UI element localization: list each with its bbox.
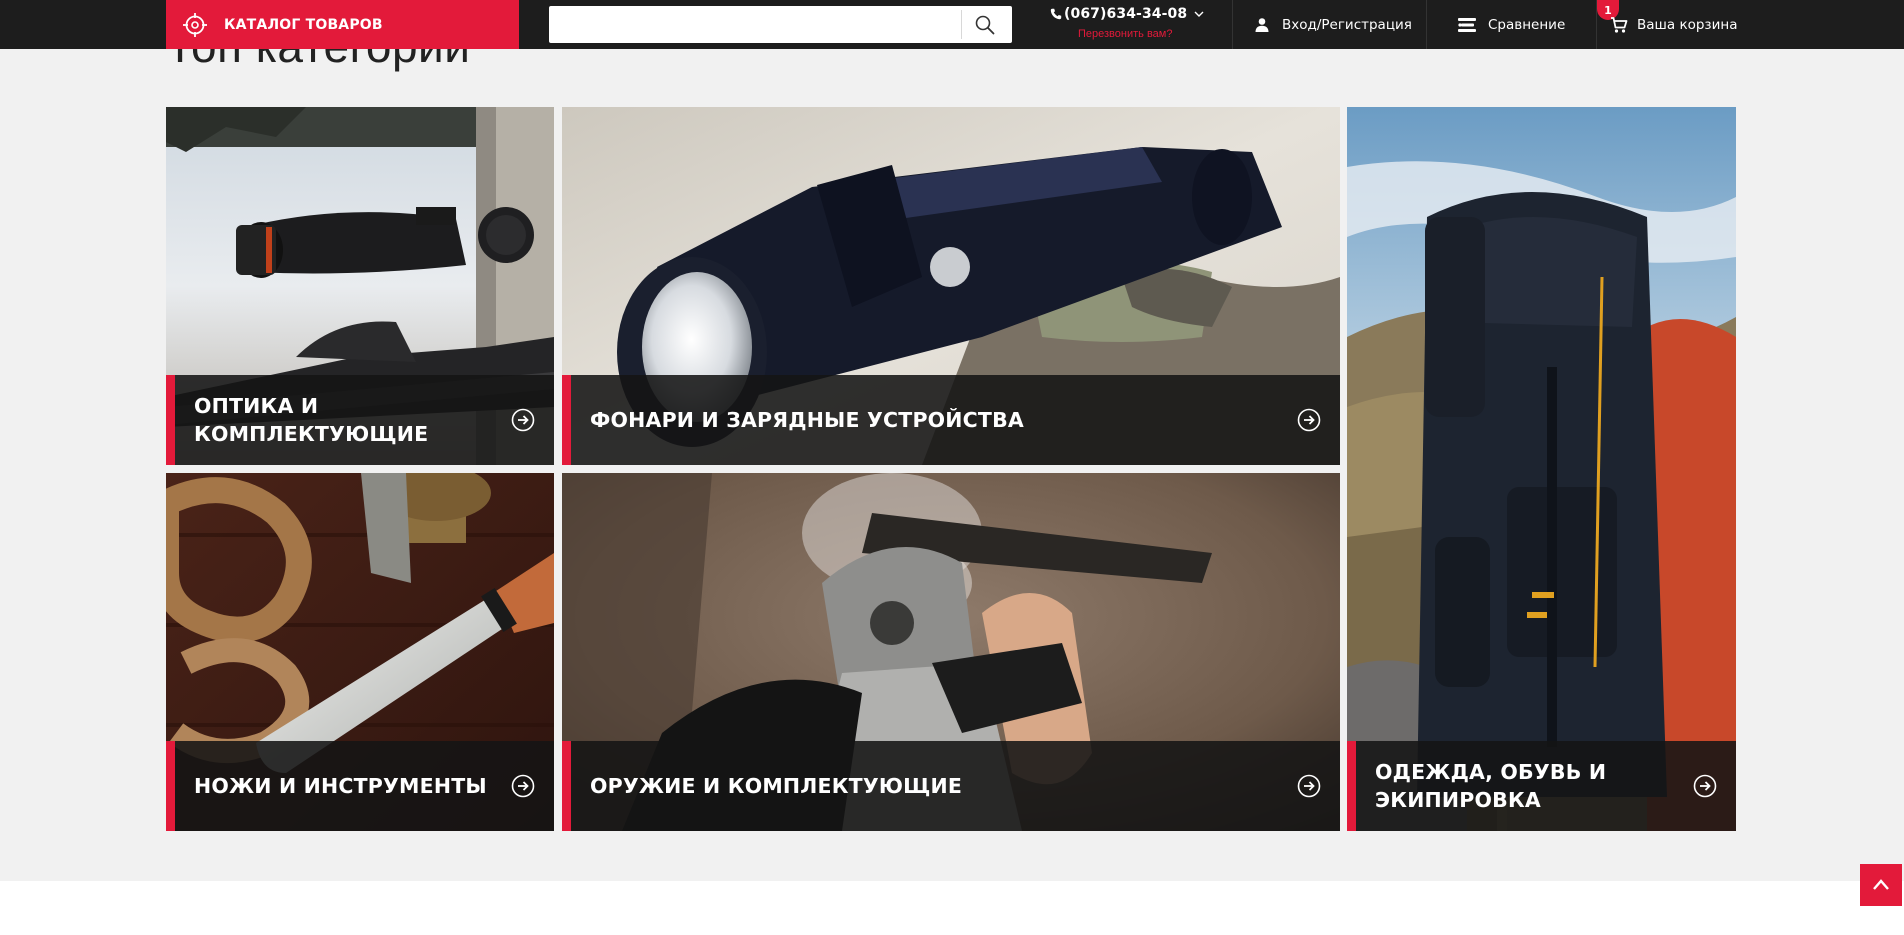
search-input[interactable] xyxy=(549,6,961,43)
cart-link[interactable]: Ваша корзина xyxy=(1610,0,1738,49)
header-divider xyxy=(1232,0,1233,49)
category-title: НОЖИ И ИНСТРУМЕНТЫ xyxy=(194,774,487,798)
compare-link[interactable]: Сравнение xyxy=(1457,0,1565,49)
category-tile-optics[interactable]: ОПТИКА И КОМПЛЕКТУЮЩИЕ xyxy=(166,107,554,465)
top-categories-section: Топ категории xyxy=(0,49,1904,881)
phone-icon xyxy=(1050,8,1062,20)
phone-number: (067)634-34-08 xyxy=(1064,6,1188,22)
user-icon xyxy=(1253,16,1271,34)
header-divider xyxy=(1426,0,1427,49)
compare-icon xyxy=(1457,16,1477,34)
chevron-up-icon xyxy=(1870,874,1892,896)
search-icon[interactable] xyxy=(973,13,997,37)
phone-dropdown[interactable]: (067)634-34-08 Перезвонить вам? xyxy=(1050,6,1210,44)
arrow-right-circle-icon[interactable] xyxy=(1297,408,1321,432)
catalog-button[interactable]: КАТАЛОГ ТОВАРОВ xyxy=(166,0,519,49)
category-caption: НОЖИ И ИНСТРУМЕНТЫ xyxy=(166,741,554,831)
arrow-right-circle-icon[interactable] xyxy=(511,408,535,432)
category-tile-clothing[interactable]: ОДЕЖДА, ОБУВЬ И ЭКИПИРОВКА xyxy=(1347,107,1736,831)
compare-label: Сравнение xyxy=(1488,16,1566,33)
chevron-down-icon xyxy=(1193,8,1205,20)
crosshair-icon xyxy=(180,10,210,40)
login-link[interactable]: Вход/Регистрация xyxy=(1253,0,1412,49)
category-caption: ОПТИКА И КОМПЛЕКТУЮЩИЕ xyxy=(166,375,554,465)
section-title: Топ категории xyxy=(166,49,470,73)
catalog-label: КАТАЛОГ ТОВАРОВ xyxy=(224,16,383,33)
category-title: ОПТИКА И КОМПЛЕКТУЮЩИЕ xyxy=(194,394,429,446)
category-title: ОДЕЖДА, ОБУВЬ И ЭКИПИРОВКА xyxy=(1375,760,1607,812)
search-box xyxy=(549,6,1012,43)
backpack-photo xyxy=(1347,107,1736,831)
arrow-right-circle-icon[interactable] xyxy=(1297,774,1321,798)
site-header: КАТАЛОГ ТОВАРОВ (067)634-34-08 Перезвони… xyxy=(0,0,1904,49)
arrow-right-circle-icon[interactable] xyxy=(1693,774,1717,798)
category-title: ФОНАРИ И ЗАРЯДНЫЕ УСТРОЙСТВА xyxy=(590,408,1024,432)
category-caption: ФОНАРИ И ЗАРЯДНЫЕ УСТРОЙСТВА xyxy=(562,375,1340,465)
category-tile-weapons[interactable]: ОРУЖИЕ И КОМПЛЕКТУЮЩИЕ xyxy=(562,473,1340,831)
category-tile-knives[interactable]: НОЖИ И ИНСТРУМЕНТЫ xyxy=(166,473,554,831)
arrow-right-circle-icon[interactable] xyxy=(511,774,535,798)
category-caption: ОДЕЖДА, ОБУВЬ И ЭКИПИРОВКА xyxy=(1347,741,1736,831)
cart-icon xyxy=(1610,16,1628,34)
scroll-to-top-button[interactable] xyxy=(1860,864,1902,906)
cart-label: Ваша корзина xyxy=(1637,16,1738,33)
callback-link[interactable]: Перезвонить вам? xyxy=(1078,28,1172,40)
search-divider xyxy=(961,10,962,39)
category-title: ОРУЖИЕ И КОМПЛЕКТУЮЩИЕ xyxy=(590,774,963,798)
category-tile-flashlights[interactable]: ФОНАРИ И ЗАРЯДНЫЕ УСТРОЙСТВА xyxy=(562,107,1340,465)
login-label: Вход/Регистрация xyxy=(1282,16,1412,33)
category-caption: ОРУЖИЕ И КОМПЛЕКТУЮЩИЕ xyxy=(562,741,1340,831)
